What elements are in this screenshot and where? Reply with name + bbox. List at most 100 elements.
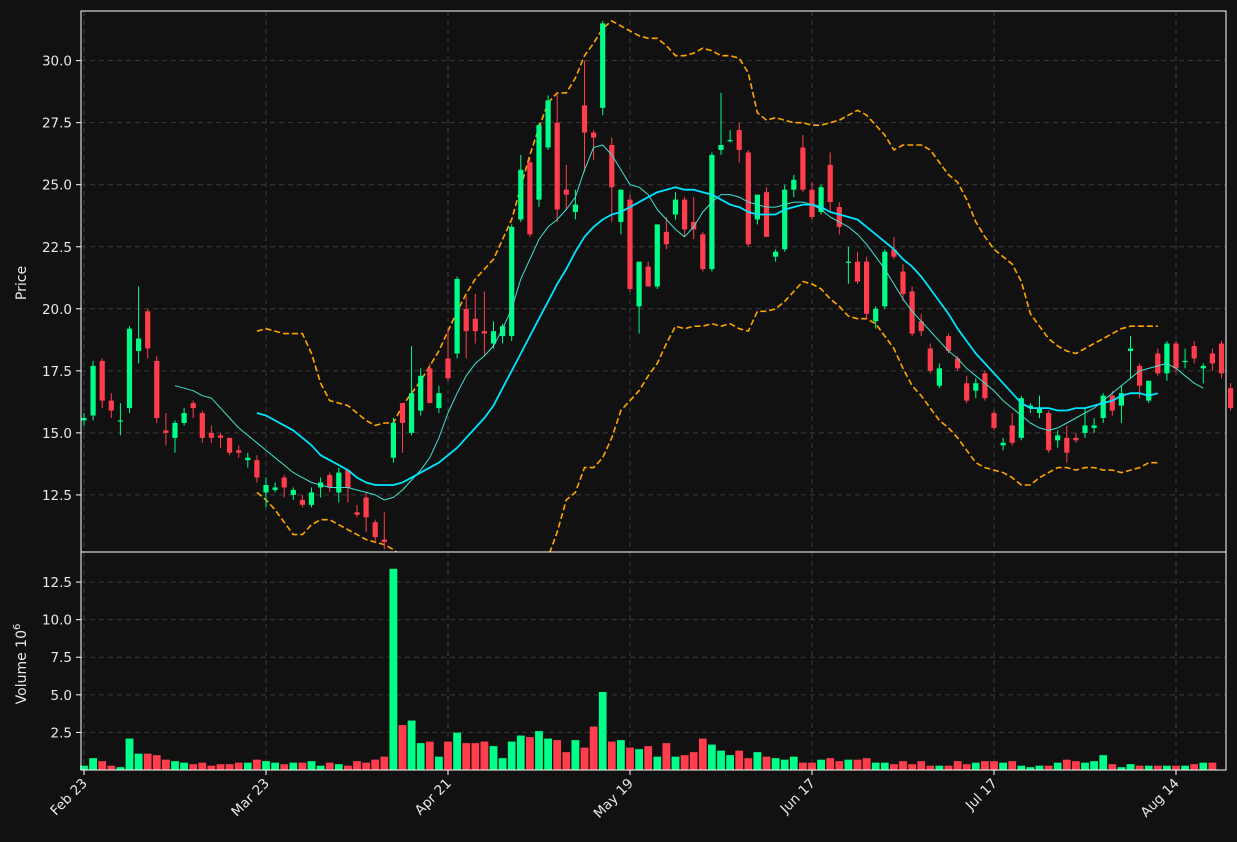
candle-body [1055, 435, 1061, 441]
volume-bar [407, 720, 416, 771]
candle-body [1228, 388, 1234, 409]
candle-body [99, 360, 105, 401]
volume-bar [197, 762, 207, 771]
volume-bar [552, 739, 562, 771]
candle-body [1200, 365, 1206, 369]
candle-body [390, 422, 396, 458]
volume-bar [370, 759, 380, 771]
candle-body [436, 393, 442, 409]
candle-body [154, 360, 160, 418]
volume-bar [771, 757, 780, 771]
volume-bar [944, 765, 953, 771]
volume-bar [862, 757, 871, 771]
volume-bar [989, 760, 999, 771]
candle-body [782, 189, 788, 250]
candle-body [964, 383, 970, 401]
volume-bar [452, 732, 462, 771]
candle-body [1109, 395, 1115, 411]
volume-bar [1208, 762, 1217, 771]
candle-body [909, 291, 915, 334]
volume-bar [134, 753, 143, 771]
volume-bar [1171, 765, 1181, 771]
candle-body [854, 261, 861, 282]
volume-axis-title-label: Volume 10 [14, 630, 30, 704]
volume-bar [389, 568, 398, 771]
volume-bar [398, 724, 407, 771]
volume-bar [443, 741, 453, 771]
candle-body [773, 251, 779, 257]
candle-body [1164, 343, 1170, 374]
volume-bar [334, 763, 344, 771]
candle-body [836, 207, 842, 227]
candle-body [1000, 442, 1006, 446]
candle-body [1073, 437, 1079, 441]
candle-body [845, 261, 851, 263]
candle-body [718, 145, 724, 150]
volume-bar [1189, 763, 1199, 771]
candle-body [536, 125, 542, 200]
volume-bar [498, 757, 507, 771]
volume-bar [962, 763, 971, 771]
candle-body [745, 152, 751, 245]
candle-body [900, 271, 906, 294]
candle-body [172, 422, 178, 438]
volume-bar [125, 738, 134, 771]
candle-body [1046, 413, 1052, 451]
candle-body [81, 417, 87, 421]
candle-body [1009, 425, 1015, 443]
volume-bar [725, 754, 735, 771]
volume-bar [225, 763, 234, 771]
volume-tick-label: 7.5 [51, 650, 72, 666]
candle-body [600, 23, 606, 108]
volume-bar [179, 762, 189, 771]
candle-body [254, 460, 260, 478]
candle-body [1091, 425, 1097, 428]
price-tick-label: 20.0 [42, 302, 72, 318]
candle-body [672, 199, 679, 215]
candle-body [1191, 346, 1197, 359]
volume-axis-title-exponent: 6 [12, 624, 23, 630]
volume-bar [343, 765, 353, 771]
volume-bar [307, 760, 316, 771]
candle-body [117, 420, 123, 422]
volume-bar [744, 757, 753, 771]
volume-bar [97, 760, 107, 771]
candle-body [290, 489, 296, 495]
volume-bar [461, 742, 471, 771]
candle-body [982, 373, 988, 399]
candle-body [563, 189, 569, 195]
volume-bar [953, 760, 962, 771]
volume-bar [871, 762, 880, 771]
volume-bar [734, 750, 744, 771]
candle-body [1182, 360, 1188, 363]
candle-body [481, 331, 487, 334]
volume-bar [780, 759, 789, 771]
candle-body [381, 539, 387, 543]
candle-body [418, 375, 424, 411]
volume-bar [352, 760, 362, 771]
candle-body [308, 492, 315, 505]
volume-bar [698, 738, 708, 771]
price-tick-label: 27.5 [42, 116, 72, 132]
volume-bar [1080, 762, 1090, 771]
candle-body [936, 368, 942, 386]
volume-bar [316, 765, 325, 771]
candle-body [591, 132, 597, 138]
candle-body [90, 365, 96, 416]
volume-bar [434, 756, 444, 771]
candle-body [136, 338, 142, 351]
volume-bar [653, 756, 662, 771]
volume-bar [1162, 765, 1172, 771]
candle-body [509, 226, 515, 337]
volume-bar [361, 762, 371, 771]
candle-body [1137, 365, 1143, 386]
price-tick-label: 22.5 [42, 240, 72, 256]
candle-body [554, 122, 560, 210]
candle-body [636, 261, 642, 307]
candle-body [1064, 437, 1070, 453]
volume-bar [425, 741, 435, 771]
volume-bar [516, 735, 526, 771]
volume-bar [489, 745, 498, 771]
candle-body [527, 162, 533, 235]
volume-axis-title: Volume 106 [12, 624, 30, 705]
